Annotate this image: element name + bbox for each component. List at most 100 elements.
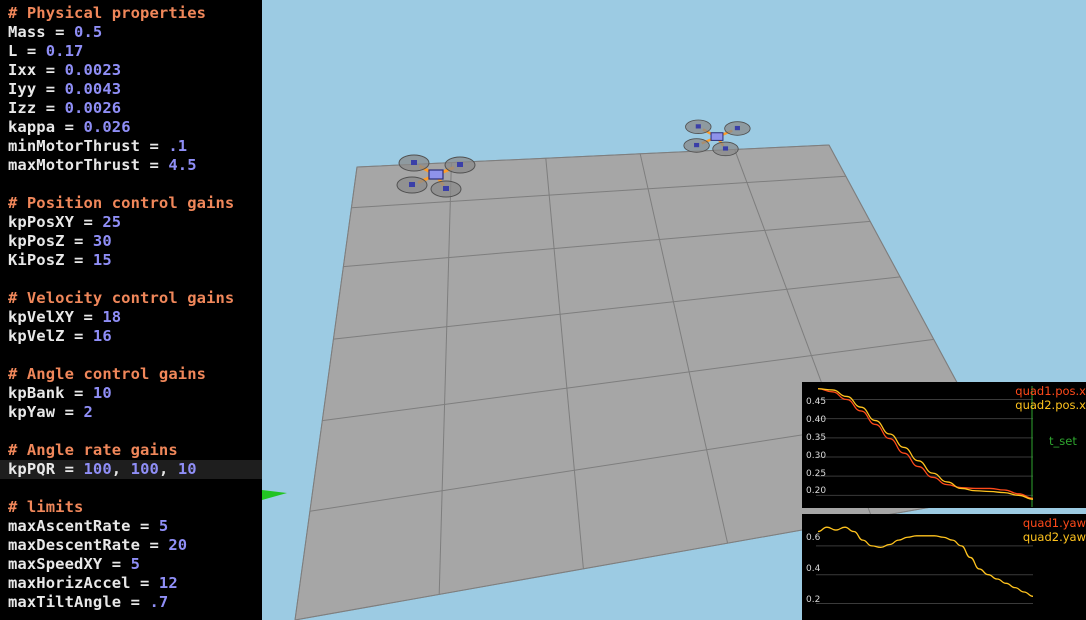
param-key: kpBank [8, 384, 65, 402]
param-line-maxhorizaccel[interactable]: maxHorizAccel = 12 [8, 574, 178, 593]
y-tick-label: 0.25 [806, 469, 827, 479]
param-value: 18 [102, 308, 122, 326]
param-line-maxdescentrate[interactable]: maxDescentRate = 20 [8, 536, 187, 555]
param-key: maxMotorThrust [8, 156, 141, 174]
param-value: 4.5 [168, 156, 197, 174]
y-tick-label: 0.35 [806, 433, 827, 443]
param-key: kpPosZ [8, 232, 65, 250]
rotor-motor [734, 125, 740, 131]
param-key: maxHorizAccel [8, 574, 131, 592]
param-line-kpvelz[interactable]: kpVelZ = 16 [8, 327, 112, 346]
param-value: 25 [102, 213, 122, 231]
param-key: minMotorThrust [8, 137, 141, 155]
param-key: Ixx [8, 61, 37, 79]
param-key: kpPQR [8, 460, 56, 478]
param-value: 0.17 [45, 42, 84, 60]
param-key: kpVelXY [8, 308, 75, 326]
rotor-motor [694, 142, 700, 148]
param-line-ixx[interactable]: Ixx = 0.0023 [8, 61, 121, 80]
legend-quad1-pos-x[interactable]: quad1.pos.x [1015, 384, 1086, 398]
rotor-motor [695, 124, 701, 129]
y-tick-label: 0.6 [806, 533, 821, 543]
editor-comment-line[interactable]: # Angle rate gains [8, 441, 178, 460]
param-line-maxascentrate[interactable]: maxAscentRate = 5 [8, 517, 168, 536]
param-value: 15 [92, 251, 112, 269]
param-key: KiPosZ [8, 251, 65, 269]
param-key: Izz [8, 99, 37, 117]
editor-comment-line[interactable]: # Velocity control gains [8, 289, 234, 308]
param-key: kpVelZ [8, 327, 65, 345]
y-tick-label: 0.45 [806, 397, 827, 407]
series-line-quad2-yaw [817, 526, 1034, 597]
param-key: kappa [8, 118, 56, 136]
param-value: 0.5 [74, 23, 103, 41]
param-line-kpvelxy[interactable]: kpVelXY = 18 [8, 308, 121, 327]
param-key: maxDescentRate [8, 536, 141, 554]
param-line-kpyaw[interactable]: kpYaw = 2 [8, 403, 93, 422]
param-key: maxAscentRate [8, 517, 131, 535]
position-plot[interactable]: 0.45 0.40 0.35 0.30 0.25 0.20 quad1.pos.… [802, 382, 1086, 508]
param-key: L [8, 42, 18, 60]
param-value: 12 [158, 574, 178, 592]
param-key: Iyy [8, 80, 37, 98]
param-value: .1 [168, 137, 188, 155]
legend-quad1-yaw[interactable]: quad1.yaw [1023, 516, 1086, 530]
param-line-iyy[interactable]: Iyy = 0.0043 [8, 80, 121, 99]
param-key: kpYaw [8, 403, 56, 421]
rotor-motor [722, 146, 729, 151]
editor-comment-line[interactable]: # limits [8, 498, 83, 517]
editor-comment-line[interactable]: # Position control gains [8, 194, 234, 213]
param-line-kppqr[interactable]: kpPQR = 100, 100, 10 [0, 460, 262, 479]
param-line-l[interactable]: L = 0.17 [8, 42, 83, 61]
param-line-kiposz[interactable]: KiPosZ = 15 [8, 251, 112, 270]
yaw-plot[interactable]: 0.6 0.4 0.2 quad1.yaw quad2.yaw [802, 514, 1086, 620]
param-value: 10 [92, 384, 112, 402]
param-value: 0.0026 [64, 99, 122, 117]
param-line-maxmotorthrust[interactable]: maxMotorThrust = 4.5 [8, 156, 197, 175]
param-value: 0.0023 [64, 61, 122, 79]
param-value: 30 [92, 232, 112, 250]
param-line-izz[interactable]: Izz = 0.0026 [8, 99, 121, 118]
param-line-minmotorthrust[interactable]: minMotorThrust = .1 [8, 137, 187, 156]
param-line-kpposz[interactable]: kpPosZ = 30 [8, 232, 112, 251]
param-value: 100 [130, 460, 159, 478]
param-value: 5 [130, 555, 141, 573]
param-value: .7 [149, 593, 169, 611]
param-line-kpbank[interactable]: kpBank = 10 [8, 384, 112, 403]
rotor-motor [443, 186, 449, 191]
param-line-maxspeedxy[interactable]: maxSpeedXY = 5 [8, 555, 140, 574]
y-tick-label: 0.30 [806, 451, 827, 461]
series-line-quad2-pos-x [817, 388, 1034, 500]
y-tick-label: 0.2 [806, 595, 821, 605]
editor-comment-line[interactable]: # Angle control gains [8, 365, 206, 384]
param-value: 20 [168, 536, 188, 554]
param-value: 16 [92, 327, 112, 345]
rotor-motor [411, 160, 417, 165]
param-value: 100 [83, 460, 112, 478]
param-key: Mass [8, 23, 46, 41]
param-value: 0.0043 [64, 80, 122, 98]
param-line-kappa[interactable]: kappa = 0.026 [8, 118, 131, 137]
param-value: 10 [177, 460, 197, 478]
quad-body [428, 169, 444, 180]
y-tick-label: 0.40 [806, 415, 827, 425]
param-line-maxtiltangle[interactable]: maxTiltAngle = .7 [8, 593, 168, 612]
rotor-motor [457, 162, 463, 167]
legend-quad2-yaw[interactable]: quad2.yaw [1023, 530, 1086, 544]
param-line-kpposxy[interactable]: kpPosXY = 25 [8, 213, 121, 232]
y-tick-label: 0.20 [806, 486, 827, 496]
quad-body [710, 132, 724, 141]
param-value: 5 [158, 517, 169, 535]
config-editor[interactable]: # Physical properties Mass = 0.5 L = 0.17 I… [0, 0, 262, 620]
param-line-mass[interactable]: Mass = 0.5 [8, 23, 102, 42]
t-set-label: t_set [1049, 434, 1077, 448]
legend-quad2-pos-x[interactable]: quad2.pos.x [1015, 398, 1086, 412]
param-key: kpPosXY [8, 213, 75, 231]
param-value: 2 [83, 403, 93, 421]
editor-comment-line[interactable]: # Physical properties [8, 4, 206, 23]
y-tick-label: 0.4 [806, 564, 821, 574]
param-key: maxTiltAngle [8, 593, 122, 611]
param-key: maxSpeedXY [8, 555, 103, 573]
rotor-motor [409, 182, 415, 187]
axis-indicator-green [262, 490, 287, 500]
